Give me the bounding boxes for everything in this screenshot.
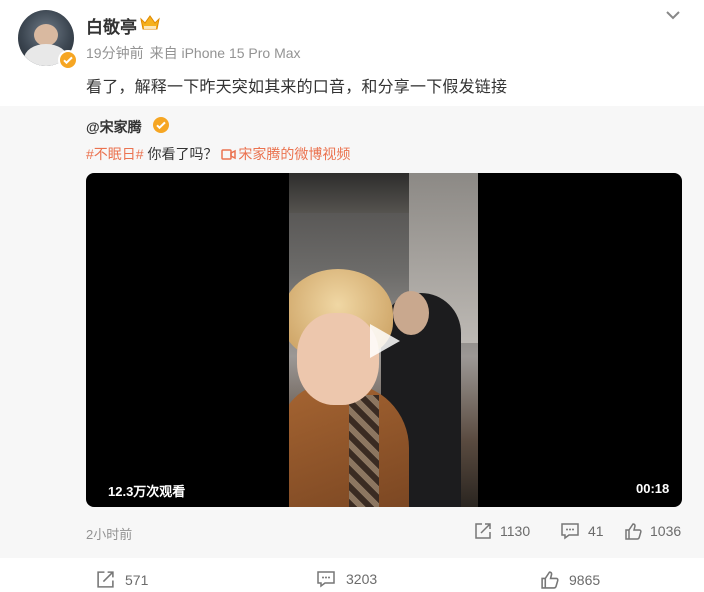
verified-icon <box>153 117 169 133</box>
repost-text: #不眠日# 你看了吗？ 宋家腾的微博视频 <box>86 144 350 164</box>
repost-icon <box>97 571 114 588</box>
like-count: 9865 <box>569 571 601 588</box>
scene-person-scarf <box>349 395 379 507</box>
post-meta: 19分钟前 来自 iPhone 15 Pro Max <box>86 43 307 63</box>
comment-icon <box>561 523 579 540</box>
repost-icon <box>475 523 491 539</box>
original-like-button[interactable]: 1036 <box>624 522 681 540</box>
like-icon <box>541 571 559 589</box>
username[interactable]: 白敬亭 <box>86 13 137 38</box>
view-count: 12.3万次观看 <box>108 484 186 499</box>
repost-body: 你看了吗？ <box>143 146 218 162</box>
original-like-count: 1036 <box>650 523 682 539</box>
like-icon <box>625 523 642 540</box>
original-comment-button[interactable]: 41 <box>560 522 604 540</box>
repost-count: 571 <box>125 571 149 588</box>
video-link-label: 宋家腾的微博视频 <box>238 146 351 162</box>
crown-icon <box>140 15 160 30</box>
video-link[interactable]: 宋家腾的微博视频 <box>221 146 350 162</box>
original-time[interactable]: 2小时前 <box>86 524 132 543</box>
post-time[interactable]: 19分钟前 <box>86 45 144 61</box>
comment-icon <box>317 571 335 588</box>
video-camera-icon <box>221 149 237 160</box>
avatar-face <box>34 24 58 46</box>
comment-button[interactable]: 3203 <box>316 570 377 588</box>
repost-button[interactable]: 571 <box>96 570 148 589</box>
video-duration: 00:18 <box>636 481 670 496</box>
post-text: 看了，解释一下昨天突如其来的口音，和分享一下假发链接 <box>86 79 508 96</box>
post-source: 来自 iPhone 15 Pro Max <box>149 45 301 61</box>
original-repost-button[interactable]: 1130 <box>474 522 530 540</box>
chevron-down-icon[interactable] <box>660 4 686 26</box>
original-repost-count: 1130 <box>500 523 531 539</box>
original-author[interactable]: @宋家腾 <box>86 117 142 137</box>
like-button[interactable]: 9865 <box>540 570 600 589</box>
play-icon[interactable] <box>366 321 402 361</box>
original-comment-count: 41 <box>588 523 604 539</box>
video-player[interactable]: 12.3万次观看 00:18 <box>86 173 682 507</box>
comment-count: 3203 <box>346 571 378 587</box>
verified-icon <box>58 50 78 70</box>
hashtag-link[interactable]: #不眠日# <box>86 146 144 162</box>
